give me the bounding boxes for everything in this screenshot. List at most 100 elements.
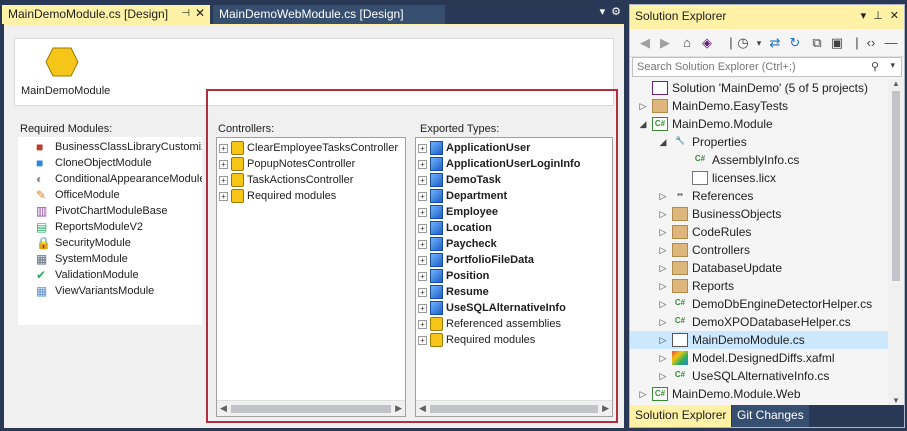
dropdown-icon[interactable]: ▾ — [861, 10, 867, 22]
solution-tree-item[interactable]: Solution 'MainDemo' (5 of 5 projects) — [630, 79, 888, 97]
dropdown-icon[interactable]: ▾ — [600, 6, 606, 18]
back-icon[interactable]: ◀ — [636, 34, 654, 52]
collapse-arrow-icon[interactable]: ◢ — [638, 115, 648, 133]
tab-maindemomodule-design[interactable]: MainDemoModule.cs [Design] ⊣ ✕ — [2, 5, 210, 24]
code-view-icon[interactable]: ‹› — [862, 34, 880, 52]
solution-tree-item[interactable]: ▷ C# MainDemo.Module.Web — [630, 385, 888, 403]
required-module-label: CloneObjectModule — [55, 157, 152, 169]
required-module-item[interactable]: ▦ ViewVariantsModule — [18, 283, 202, 299]
required-module-label: BusinessClassLibraryCustomiza — [55, 141, 202, 153]
solution-tree-item-label: AssemblyInfo.cs — [712, 153, 800, 167]
solution-tree-item[interactable]: ▷ C# DemoDbEngineDetectorHelper.cs — [630, 295, 888, 313]
solution-tree-item-label: Model.DesignedDiffs.xafml — [692, 351, 835, 365]
solution-tree-item[interactable]: ▷ DatabaseUpdate — [630, 259, 888, 277]
panel-title: Solution Explorer — [635, 9, 727, 23]
csharp-project-icon: C# — [652, 117, 668, 131]
expand-arrow-icon[interactable]: ▷ — [658, 187, 668, 205]
required-modules-list[interactable]: ■ BusinessClassLibraryCustomiza ■ CloneObje… — [18, 137, 202, 325]
close-icon[interactable]: ✕ — [195, 6, 205, 20]
search-input[interactable] — [633, 58, 869, 76]
required-module-item[interactable]: ✎ OfficeModule — [18, 187, 202, 203]
tab-maindemowebmodule-design[interactable]: MainDemoWebModule.cs [Design] — [213, 5, 445, 24]
folder-icon — [672, 279, 688, 293]
home-icon[interactable]: ⌂ — [678, 34, 696, 52]
csharp-file-icon: C# — [674, 370, 686, 379]
folder-icon — [672, 243, 688, 257]
solution-tree-item[interactable]: licenses.licx — [630, 169, 888, 187]
solution-tree[interactable]: Solution 'MainDemo' (5 of 5 projects) ▷ Ma… — [630, 79, 888, 405]
close-icon[interactable]: ✕ — [890, 10, 899, 22]
required-module-item[interactable]: 🔒 SecurityModule — [18, 235, 202, 251]
collapse-arrow-icon[interactable]: ◢ — [658, 133, 668, 151]
highlight-frame — [206, 89, 618, 423]
search-icon[interactable]: ⚲ — [871, 60, 879, 73]
refresh-icon[interactable]: ↻ — [786, 34, 804, 52]
expand-arrow-icon[interactable]: ▷ — [638, 385, 648, 403]
expand-arrow-icon[interactable]: ▷ — [658, 241, 668, 259]
tab-solution-explorer[interactable]: Solution Explorer — [630, 405, 732, 427]
solution-tree-item[interactable]: ▷ C# DemoXPODatabaseHelper.cs — [630, 313, 888, 331]
solution-tree-item[interactable]: C# AssemblyInfo.cs — [630, 151, 888, 169]
module-icon: ▤ — [36, 220, 48, 235]
folder-icon — [672, 207, 688, 221]
expand-arrow-icon[interactable]: ▷ — [658, 331, 668, 349]
solution-tree-item[interactable]: ▷ CodeRules — [630, 223, 888, 241]
expand-arrow-icon[interactable]: ▷ — [658, 205, 668, 223]
solution-explorer-search[interactable]: ⚲ ▾ — [632, 57, 902, 77]
required-module-item[interactable]: ■ BusinessClassLibraryCustomiza — [18, 139, 202, 155]
required-module-item[interactable]: ▦ SystemModule — [18, 251, 202, 267]
required-module-item[interactable]: ▤ ReportsModuleV2 — [18, 219, 202, 235]
solution-explorer-toolbar: ◀ ▶ ⌂ ◈ | ◷ ▾ ⇄ ↻ ⧉ ▣ | ‹› — — [630, 29, 904, 57]
expand-arrow-icon[interactable]: ▷ — [638, 97, 648, 115]
scroll-down-icon[interactable]: ▼ — [892, 396, 900, 405]
required-module-item[interactable]: ■ CloneObjectModule — [18, 155, 202, 171]
pin-icon[interactable]: ⊣ — [181, 8, 190, 19]
solution-tree-item-label: BusinessObjects — [692, 207, 782, 221]
solution-tree-vertical-scrollbar[interactable]: ▲ ▼ — [888, 79, 904, 405]
solution-tree-item[interactable]: ◢ 🔧 Properties — [630, 133, 888, 151]
scroll-thumb[interactable] — [892, 91, 900, 281]
solution-tree-item[interactable]: ▷ BusinessObjects — [630, 205, 888, 223]
csharp-file-icon: C# — [674, 298, 686, 307]
tab-git-changes[interactable]: Git Changes — [732, 405, 809, 427]
solution-tree-item[interactable]: ▷ Reports — [630, 277, 888, 295]
solution-tree-item[interactable]: ▷ C# UseSQLAlternativeInfo.cs — [630, 367, 888, 385]
required-module-label: ViewVariantsModule — [55, 285, 155, 297]
required-module-item[interactable]: ✔ ValidationModule — [18, 267, 202, 283]
solution-tree-item[interactable]: ▷ Model.DesignedDiffs.xafml — [630, 349, 888, 367]
module-icon: ✎ — [36, 188, 47, 203]
module-icon: ■ — [36, 156, 44, 171]
more-icon[interactable]: — — [882, 34, 900, 52]
designer-document-area: MainDemoModule.cs [Design] ⊣ ✕ MainDemoW… — [0, 0, 627, 431]
solution-tree-item[interactable]: ▷ MainDemo.EasyTests — [630, 97, 888, 115]
solution-tree-item[interactable]: ▷ MainDemoModule.cs — [630, 331, 888, 349]
solution-tree-item-label: CodeRules — [692, 225, 752, 239]
expand-arrow-icon[interactable]: ▷ — [658, 349, 668, 367]
expand-arrow-icon[interactable]: ▷ — [658, 259, 668, 277]
required-module-item[interactable]: ◐ ConditionalAppearanceModule — [18, 171, 202, 187]
solution-tree-item[interactable]: ▷ ▪▪ References — [630, 187, 888, 205]
module-hexagon-icon[interactable] — [45, 47, 79, 77]
solution-tree-item[interactable]: ▷ Controllers — [630, 241, 888, 259]
collapse-all-icon[interactable]: ⧉ — [808, 34, 826, 52]
vs-switch-views-icon[interactable]: ◈ — [698, 34, 716, 52]
solution-tree-item-label: MainDemo.Module.Web — [672, 387, 801, 401]
expand-arrow-icon[interactable]: ▷ — [658, 277, 668, 295]
scroll-up-icon[interactable]: ▲ — [892, 79, 900, 88]
expand-arrow-icon[interactable]: ▷ — [658, 223, 668, 241]
solution-tree-item-label: licenses.licx — [712, 171, 777, 185]
expand-arrow-icon[interactable]: ▷ — [658, 295, 668, 313]
required-module-item[interactable]: ▥ PivotChartModuleBase — [18, 203, 202, 219]
required-module-label: ConditionalAppearanceModule — [55, 173, 202, 185]
show-all-files-icon[interactable]: ▣ — [828, 34, 846, 52]
solution-tree-item-label: References — [692, 189, 754, 203]
chevron-down-icon[interactable]: ▾ — [890, 60, 895, 71]
solution-tree-item[interactable]: ◢ C# MainDemo.Module — [630, 115, 888, 133]
gear-icon[interactable]: ⚙ — [611, 6, 621, 18]
forward-icon[interactable]: ▶ — [656, 34, 674, 52]
expand-arrow-icon[interactable]: ▷ — [658, 313, 668, 331]
expand-arrow-icon[interactable]: ▷ — [658, 367, 668, 385]
pin-icon[interactable]: ⊥ — [873, 10, 883, 22]
module-icon: ▦ — [36, 284, 48, 299]
sync-icon[interactable]: ⇄ — [766, 34, 784, 52]
